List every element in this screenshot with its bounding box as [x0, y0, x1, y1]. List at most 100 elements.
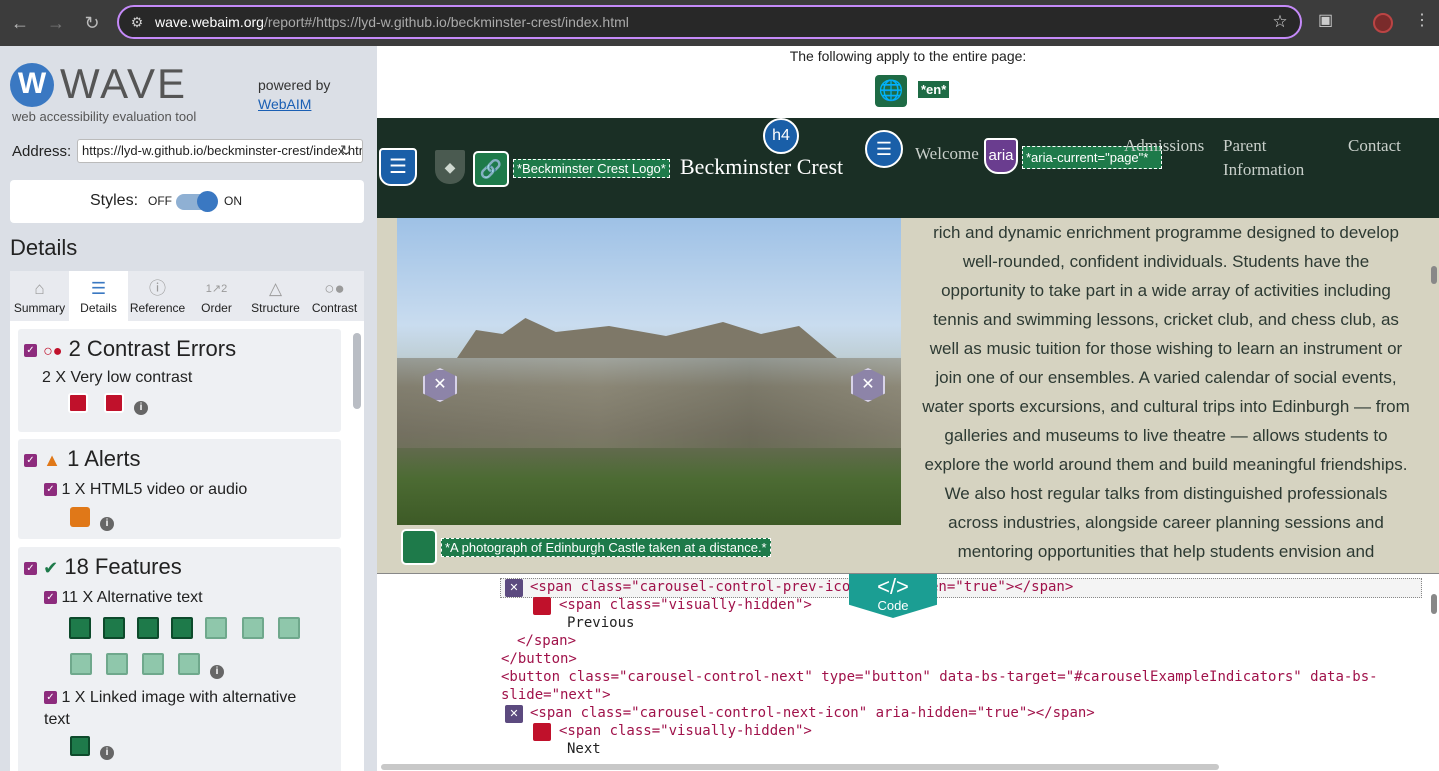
- h4-heading-icon[interactable]: h4: [763, 118, 799, 154]
- castle-silhouette: [457, 318, 837, 358]
- profile-avatar[interactable]: [1373, 13, 1393, 33]
- aria-icon[interactable]: aria: [984, 138, 1018, 174]
- list-icon[interactable]: ☰: [865, 130, 903, 168]
- image-alt-icon[interactable]: [401, 529, 437, 565]
- code-label: Code: [877, 598, 909, 613]
- image-alt-icon[interactable]: [142, 653, 164, 675]
- features-heading-text: 18 Features: [64, 554, 182, 579]
- contrast-error-icon: ○●: [43, 343, 63, 360]
- code-panel: ✕ <span class="carousel-control-prev-ico…: [377, 573, 1439, 771]
- panel-scrollbar[interactable]: [353, 333, 361, 409]
- alerts-checkbox[interactable]: ✓: [24, 453, 37, 467]
- language-globe-icon[interactable]: 🌐: [875, 75, 907, 107]
- forward-icon[interactable]: →: [38, 5, 74, 41]
- tab-details[interactable]: ☰ Details: [69, 271, 128, 321]
- code-scrollbar[interactable]: [1431, 594, 1437, 614]
- contrast-item: 2 X Very low contrast: [42, 369, 193, 386]
- linked-image-icon[interactable]: 🔗: [473, 151, 509, 187]
- feature-item-checkbox[interactable]: ✓: [44, 591, 57, 605]
- features-item-1-text: 11 X Alternative text: [61, 589, 203, 606]
- styles-toggle[interactable]: [176, 191, 218, 212]
- styles-label: Styles:: [90, 192, 139, 209]
- alert-triangle-icon: ▲: [43, 450, 61, 470]
- url-text[interactable]: wave.webaim.org/report#/https://lyd-w.gi…: [155, 14, 1260, 30]
- image-alt-icon[interactable]: [171, 617, 193, 639]
- nav-welcome[interactable]: Welcome: [915, 142, 979, 166]
- address-bar[interactable]: ⚙ wave.webaim.org/report#/https://lyd-w.…: [117, 5, 1302, 39]
- contrast-error-icon[interactable]: [104, 393, 124, 413]
- wave-logo-icon: W: [10, 63, 54, 107]
- contrast-errors-card: ✓ ○● 2 Contrast Errors 2 X Very low cont…: [18, 329, 341, 432]
- contrast-checkbox[interactable]: ✓: [24, 343, 37, 357]
- image-alt-icon[interactable]: [103, 617, 125, 639]
- code-symbol: </>: [877, 574, 909, 599]
- tab-structure[interactable]: △ Structure: [246, 271, 305, 321]
- image-alt-icon[interactable]: [205, 617, 227, 639]
- address-reload-icon[interactable]: ↻: [340, 142, 352, 159]
- image-alt-icon[interactable]: [69, 617, 91, 639]
- info-icon[interactable]: i: [210, 665, 224, 679]
- code-horizontal-scrollbar[interactable]: [381, 764, 1219, 770]
- linked-image-icon[interactable]: [70, 736, 90, 756]
- image-alt-icon[interactable]: [178, 653, 200, 675]
- features-checkbox[interactable]: ✓: [24, 561, 37, 575]
- image-alt-icon[interactable]: [278, 617, 300, 639]
- evaluated-page: The following apply to the entire page: …: [377, 46, 1439, 771]
- list-structure-icon[interactable]: ☰: [379, 148, 417, 186]
- nav-admissions[interactable]: Admissions: [1124, 134, 1204, 158]
- info-icon[interactable]: i: [100, 746, 114, 760]
- nav-parent-information[interactable]: Parent Information: [1223, 134, 1323, 182]
- nav-contact[interactable]: Contact: [1348, 134, 1401, 158]
- error-x-icon[interactable]: ✕: [505, 705, 523, 723]
- site-title[interactable]: Beckminster Crest: [680, 154, 843, 180]
- image-alt-icon[interactable]: [137, 617, 159, 639]
- wave-subtitle: web accessibility evaluation tool: [12, 109, 197, 124]
- tab-reference[interactable]: ⓘ Reference: [128, 271, 187, 321]
- features-heading: ✓ ✔ 18 Features: [24, 554, 182, 580]
- styles-on-label: ON: [224, 194, 242, 208]
- image-alt-icon[interactable]: [242, 617, 264, 639]
- code-line-6b: slide="next">: [501, 687, 611, 703]
- code-toggle-button[interactable]: </> Code: [849, 574, 937, 618]
- styles-toggle-box: Styles: OFF ON: [10, 180, 364, 223]
- video-alert-icon[interactable]: [70, 507, 90, 527]
- contrast-error-icon[interactable]: [68, 393, 88, 413]
- info-icon: ⓘ: [149, 279, 166, 298]
- image-alt-icon[interactable]: [106, 653, 128, 675]
- features-item-2: ✓ 1 X Linked image with alternative text: [44, 687, 324, 731]
- image-alt-icon[interactable]: [70, 653, 92, 675]
- bookmark-star-icon[interactable]: ☆: [1260, 12, 1300, 32]
- address-input[interactable]: https://lyd-w.github.io/beckminster-cres…: [77, 139, 363, 163]
- address-label: Address:: [12, 143, 72, 160]
- cast-icon[interactable]: ▣: [1318, 10, 1333, 30]
- browser-toolbar: ← → ↻ ⚙ wave.webaim.org/report#/https://…: [0, 0, 1439, 46]
- webaim-link[interactable]: WebAIM: [258, 96, 311, 112]
- order-icon: 1↗2: [205, 283, 228, 295]
- error-x-icon[interactable]: ✕: [505, 579, 523, 597]
- alerts-item: ✓ 1 X HTML5 video or audio: [44, 481, 247, 499]
- menu-kebab-icon[interactable]: ⋮: [1414, 10, 1430, 30]
- info-icon[interactable]: i: [100, 517, 114, 531]
- back-icon[interactable]: ←: [2, 5, 38, 41]
- site-settings-icon[interactable]: ⚙: [119, 14, 155, 31]
- contrast-errors-heading: ✓ ○● 2 Contrast Errors: [24, 336, 236, 362]
- contrast-error-icon[interactable]: [533, 597, 551, 615]
- tab-structure-label: Structure: [251, 301, 300, 315]
- code-line-3: Previous: [567, 615, 635, 631]
- tab-contrast[interactable]: ○● Contrast: [305, 271, 364, 321]
- feature-item-checkbox[interactable]: ✓: [44, 691, 57, 705]
- tab-summary[interactable]: ⌂ Summary: [10, 271, 69, 321]
- page-content: ✕ ✕ *A photograph of Edinburgh Castle ta…: [377, 218, 1439, 573]
- info-icon[interactable]: i: [134, 401, 148, 415]
- contrast-error-icon[interactable]: [533, 723, 551, 741]
- tab-order[interactable]: 1↗2 Order: [187, 271, 246, 321]
- features-item-2-text: 1 X Linked image with alternative text: [44, 689, 297, 728]
- alerts-heading-text: 1 Alerts: [67, 446, 141, 471]
- feature-check-icon: ✔: [43, 558, 59, 578]
- wave-tabs: ⌂ Summary ☰ Details ⓘ Reference 1↗2 Order △ S…: [10, 271, 364, 321]
- contrast-icon: ○●: [324, 279, 345, 298]
- reload-icon[interactable]: ↻: [74, 5, 110, 41]
- page-scrollbar[interactable]: [1431, 266, 1437, 284]
- code-line-8: <span class="visually-hidden">: [559, 723, 812, 739]
- alerts-item-checkbox[interactable]: ✓: [44, 483, 57, 497]
